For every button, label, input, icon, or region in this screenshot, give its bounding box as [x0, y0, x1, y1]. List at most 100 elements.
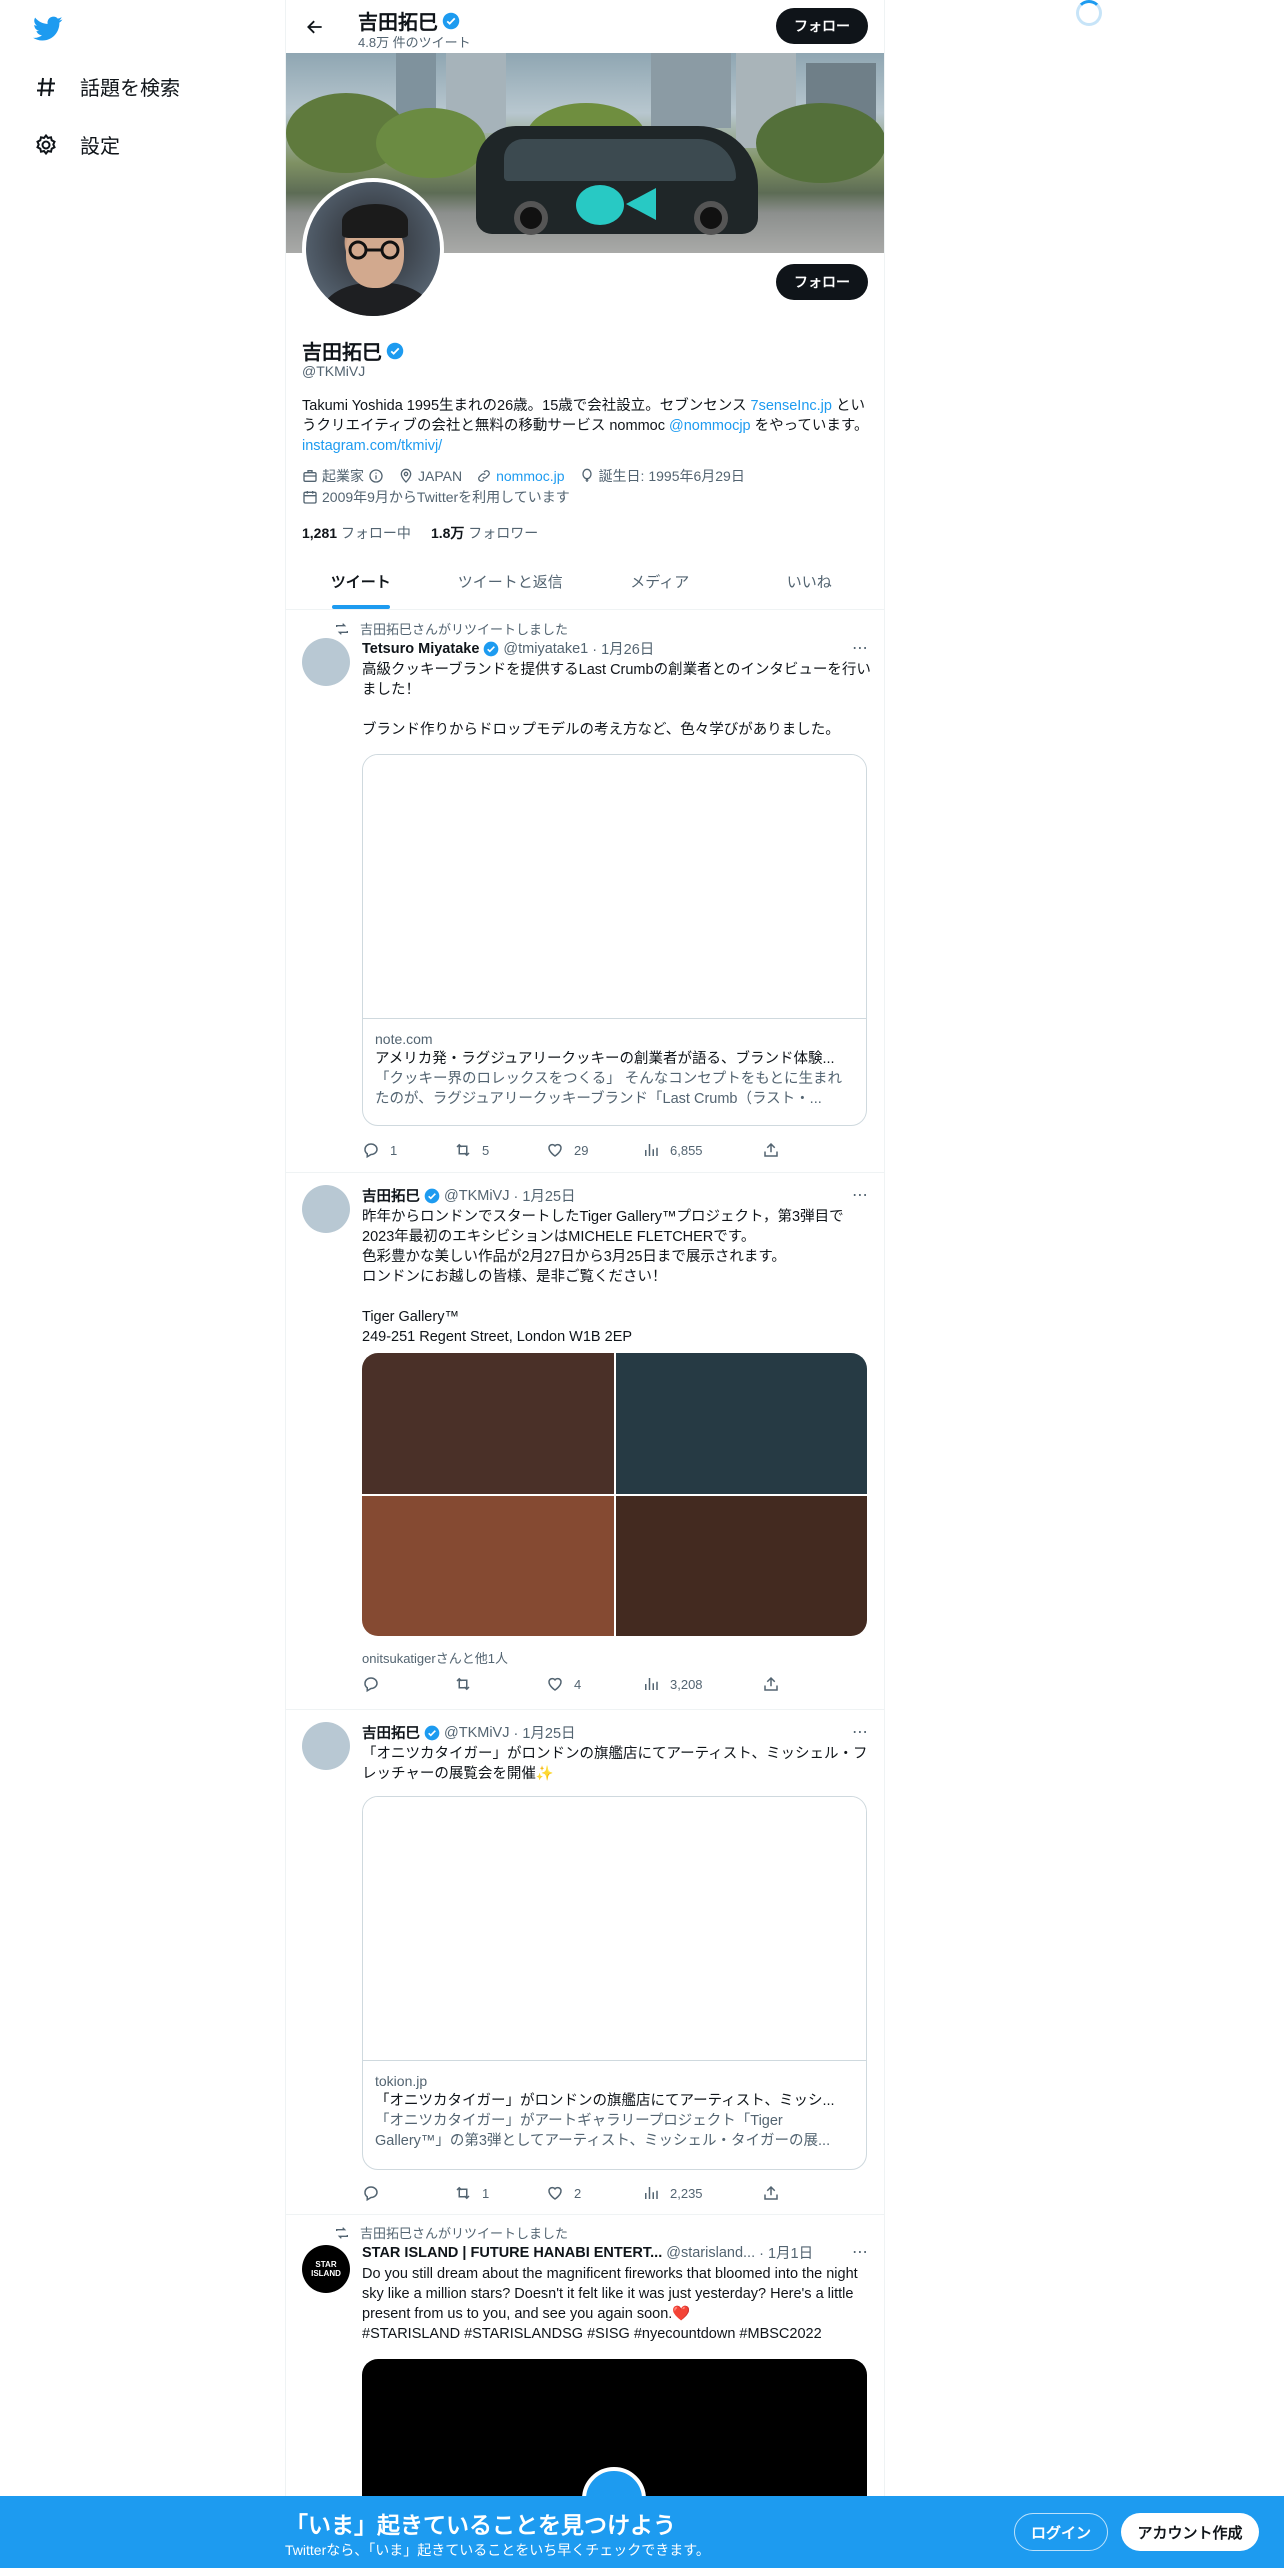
tab-tweets[interactable]: ツイート	[286, 553, 436, 609]
photo[interactable]	[615, 1495, 867, 1636]
author-handle[interactable]: @TKMiVJ	[444, 1188, 509, 1204]
briefcase-icon	[303, 470, 317, 482]
views-button[interactable]: 6,855	[642, 1141, 762, 1159]
like-count: 4	[574, 1676, 582, 1692]
tagged-users[interactable]: onitsukatigerさんと他1人	[362, 1648, 508, 1667]
bio-link-instagram[interactable]: instagram.com/tkmivj/	[302, 438, 442, 454]
card-domain: note.com	[375, 1031, 433, 1047]
verified-badge-icon	[442, 12, 460, 29]
hashtags[interactable]: #STARISLAND #STARISLANDSG #SISG #nyecoun…	[362, 2324, 874, 2344]
views-button[interactable]: 3,208	[642, 1675, 762, 1693]
author-name[interactable]: 吉田拓巳	[362, 1722, 420, 1743]
card-image	[363, 1797, 866, 2061]
tab-likes[interactable]: いいね	[735, 553, 885, 609]
bio-link-nommocjp[interactable]: @nommocjp	[669, 418, 751, 434]
followers-link[interactable]: 1.8万 フォロワー	[431, 523, 538, 543]
author-name[interactable]: Tetsuro Miyatake	[362, 641, 479, 657]
twitter-logo-icon[interactable]	[33, 16, 63, 42]
tab-media[interactable]: メディア	[585, 553, 735, 609]
reply-button[interactable]: 1	[362, 1141, 454, 1159]
avatar[interactable]	[302, 638, 350, 686]
more-options-icon[interactable]: ⋯	[850, 1722, 870, 1742]
author-handle[interactable]: @TKMiVJ	[444, 1725, 509, 1741]
card-domain: tokion.jp	[375, 2073, 428, 2089]
avatar[interactable]	[302, 1185, 350, 1233]
link-card[interactable]: note.com アメリカ発・ラグジュアリークッキーの創業者が語る、ブランド体験…	[362, 754, 867, 1126]
share-button[interactable]	[762, 2184, 780, 2202]
tweet-date[interactable]: · 1月1日	[759, 2242, 813, 2263]
retweet-button[interactable]: 5	[454, 1141, 546, 1159]
nav-explore-label: 話題を検索	[80, 78, 180, 100]
verified-badge-icon	[424, 1725, 440, 1740]
retweet-note: 吉田拓巳さんがリツイートしました	[334, 619, 568, 638]
link-card[interactable]: tokion.jp 「オニツカタイガー」がロンドンの旗艦店にてアーティスト、ミッ…	[362, 1796, 867, 2170]
author-name[interactable]: STAR ISLAND | FUTURE HANABI ENTERT...	[362, 2245, 662, 2261]
header-tweet-count: 4.8万 件のツイート	[358, 35, 471, 50]
like-count: 2	[574, 2185, 582, 2201]
tweet-date[interactable]: · 1月25日	[513, 1722, 575, 1743]
tweet-actions: 4 3,208	[362, 1675, 792, 1693]
signup-banner-title: 「いま」起きていることを見つけよう	[285, 2512, 676, 2538]
back-button[interactable]	[300, 12, 330, 42]
reply-button[interactable]	[362, 2184, 454, 2202]
bio-link-7sense[interactable]: 7senseInc.jp	[751, 398, 832, 414]
like-button[interactable]: 2	[546, 2184, 642, 2202]
more-options-icon[interactable]: ⋯	[850, 2242, 870, 2262]
signup-button[interactable]: アカウント作成	[1121, 2513, 1259, 2551]
info-icon[interactable]	[368, 468, 384, 484]
tab-tweets-and-replies[interactable]: ツイートと返信	[436, 553, 586, 609]
nav-explore[interactable]: 話題を検索	[34, 72, 180, 101]
reply-button[interactable]	[362, 1675, 454, 1693]
photo[interactable]	[615, 1353, 867, 1494]
tweet-header: STAR ISLAND | FUTURE HANABI ENTERT... @s…	[362, 2242, 813, 2263]
author-handle[interactable]: @starisland...	[666, 2245, 755, 2261]
more-options-icon[interactable]: ⋯	[850, 638, 870, 658]
like-button[interactable]: 4	[546, 1675, 642, 1693]
more-options-icon[interactable]: ⋯	[850, 1185, 870, 1205]
profile-meta: 起業家 JAPAN nommoc.jp 誕生日: 1995年6月29日	[302, 466, 745, 486]
following-link[interactable]: 1,281 フォロー中	[302, 523, 411, 543]
retweet-icon	[456, 1677, 470, 1691]
profile-avatar[interactable]	[302, 178, 444, 320]
profile-birthday: 誕生日: 1995年6月29日	[579, 466, 745, 486]
profile-joined-text: 2009年9月からTwitterを利用しています	[322, 489, 570, 505]
tweet[interactable]: 吉田拓巳 @TKMiVJ · 1月25日 ⋯ 昨年からロンドンでスタートしたTi…	[286, 1173, 884, 1710]
retweet-count: 5	[482, 1142, 490, 1158]
nav-settings[interactable]: 設定	[34, 130, 120, 159]
view-count: 3,208	[670, 1676, 703, 1692]
retweet-button[interactable]	[454, 1675, 546, 1693]
share-button[interactable]	[762, 1141, 780, 1159]
tweet-actions: 1 2 2,235	[362, 2184, 792, 2202]
retweet-icon	[456, 1143, 470, 1157]
following-label: フォロー中	[340, 525, 411, 541]
nav-settings-label: 設定	[80, 136, 120, 158]
main-column: 吉田拓巳 4.8万 件のツイート フォロー フォロー 吉田拓巳 @TKMiVJ …	[285, 0, 885, 2568]
retweet-button[interactable]: 1	[454, 2184, 546, 2202]
tweet-text: 昨年からロンドンでスタートしたTiger Gallery™プロジェクト，第3弾目…	[362, 1209, 844, 1345]
photo[interactable]	[362, 1353, 614, 1494]
header-follow-button[interactable]: フォロー	[776, 8, 868, 44]
like-button[interactable]: 29	[546, 1141, 642, 1159]
profile-website-link[interactable]: nommoc.jp	[496, 468, 564, 484]
profile-website: nommoc.jp	[476, 468, 565, 484]
tweet-text: 「オニツカタイガー」がロンドンの旗艦店にてアーティスト、ミッシェル・フレッチャー…	[362, 1746, 868, 1782]
views-button[interactable]: 2,235	[642, 2184, 762, 2202]
author-name[interactable]: 吉田拓巳	[362, 1185, 420, 1206]
profile-follow-button[interactable]: フォロー	[776, 264, 868, 300]
tweet-date[interactable]: · 1月25日	[513, 1185, 575, 1206]
tweet[interactable]: 吉田拓巳さんがリツイートしました Tetsuro Miyatake @tmiya…	[286, 611, 884, 1173]
profile-tabs: ツイート ツイートと返信 メディア いいね	[286, 553, 884, 610]
tweet-date[interactable]: · 1月26日	[592, 638, 654, 659]
tweet[interactable]: 吉田拓巳 @TKMiVJ · 1月25日 ⋯ 「オニツカタイガー」がロンドンの旗…	[286, 1710, 884, 2215]
photo[interactable]	[362, 1495, 614, 1636]
avatar[interactable]: STAR ISLAND	[302, 2245, 350, 2293]
retweet-icon	[336, 2226, 348, 2239]
header-title: 吉田拓巳	[358, 6, 460, 35]
author-handle[interactable]: @tmiyatake1	[503, 641, 588, 657]
share-button[interactable]	[762, 1675, 780, 1693]
loading-spinner-icon	[1076, 0, 1102, 26]
login-button[interactable]: ログイン	[1014, 2513, 1108, 2551]
card-title: 「オニツカタイガー」がロンドンの旗艦店にてアーティスト、ミッシ...	[375, 2093, 835, 2109]
tweet-actions: 1 5 29 6,855	[362, 1141, 792, 1159]
avatar[interactable]	[302, 1722, 350, 1770]
